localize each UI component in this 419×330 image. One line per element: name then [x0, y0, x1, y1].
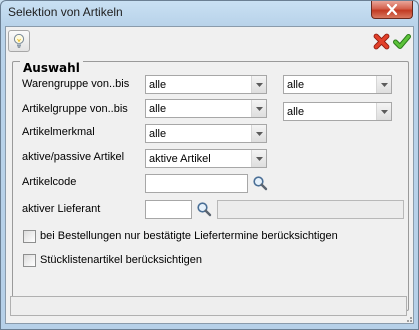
lieferant-search-button[interactable] [195, 200, 213, 218]
chevron-down-icon[interactable] [251, 150, 266, 167]
aktiv-passiv-select[interactable]: aktive Artikel [145, 149, 267, 168]
ok-button[interactable] [391, 30, 413, 52]
artikelgruppe-to-select[interactable]: alle [283, 102, 392, 121]
warengruppe-from-select[interactable]: alle [145, 75, 267, 94]
red-x-icon [373, 33, 389, 49]
hint-button[interactable] [8, 30, 30, 52]
stueckliste-checkbox[interactable] [23, 254, 36, 267]
artikelgruppe-from-value: alle [149, 103, 167, 115]
aktiv-passiv-label: aktive/passive Artikel [22, 151, 125, 163]
group-legend: Auswahl [20, 61, 83, 75]
artikelgruppe-to-value: alle [287, 106, 305, 118]
lightbulb-icon [13, 33, 25, 48]
magnifier-icon [253, 176, 268, 191]
bestellungen-checkbox[interactable] [23, 230, 36, 243]
bestellungen-checkbox-label[interactable]: bei Bestellungen nur bestätigte Lieferte… [40, 230, 338, 242]
artikelmerkmal-select[interactable]: alle [145, 124, 267, 143]
warengruppe-label: Warengruppe von..bis [22, 78, 130, 90]
dialog-client-area: Auswahl Warengruppe von..bis alle alle A… [5, 26, 414, 324]
warengruppe-to-select[interactable]: alle [283, 75, 392, 94]
artikelgruppe-label: Artikelgruppe von..bis [22, 103, 128, 115]
lieferant-label: aktiver Lieferant [22, 203, 101, 215]
chevron-down-icon[interactable] [376, 103, 391, 120]
warengruppe-from-value: alle [149, 79, 167, 91]
window-close-button[interactable] [371, 1, 413, 19]
chevron-down-icon[interactable] [251, 100, 266, 117]
dialog-window: Selektion von Artikeln Auswahl Warengrup… [0, 0, 419, 330]
title-bar[interactable]: Selektion von Artikeln [1, 1, 418, 27]
aktiv-passiv-value: aktive Artikel [149, 153, 211, 165]
stueckliste-checkbox-label[interactable]: Stücklistenartikel berücksichtigen [40, 254, 202, 266]
artikelmerkmal-label: Artikelmerkmal [22, 126, 95, 138]
warengruppe-to-value: alle [287, 79, 305, 91]
artikelgruppe-from-select[interactable]: alle [145, 99, 267, 118]
artikelcode-label: Artikelcode [22, 176, 77, 188]
resize-grip-icon[interactable] [403, 313, 413, 323]
window-title: Selektion von Artikeln [8, 5, 123, 19]
green-check-icon [393, 33, 411, 49]
artikelcode-input[interactable] [145, 174, 248, 193]
selection-groupbox: Auswahl Warengruppe von..bis alle alle A… [12, 61, 409, 311]
toolbar [6, 27, 413, 57]
lieferant-name-field [217, 200, 404, 219]
lieferant-number-input[interactable] [145, 200, 192, 219]
artikelmerkmal-value: alle [149, 128, 167, 140]
status-bar [10, 296, 407, 316]
cancel-button[interactable] [370, 30, 392, 52]
chevron-down-icon[interactable] [376, 76, 391, 93]
magnifier-icon [197, 202, 212, 217]
chevron-down-icon[interactable] [251, 76, 266, 93]
close-icon [386, 4, 398, 15]
artikelcode-search-button[interactable] [251, 174, 269, 192]
chevron-down-icon[interactable] [251, 125, 266, 142]
